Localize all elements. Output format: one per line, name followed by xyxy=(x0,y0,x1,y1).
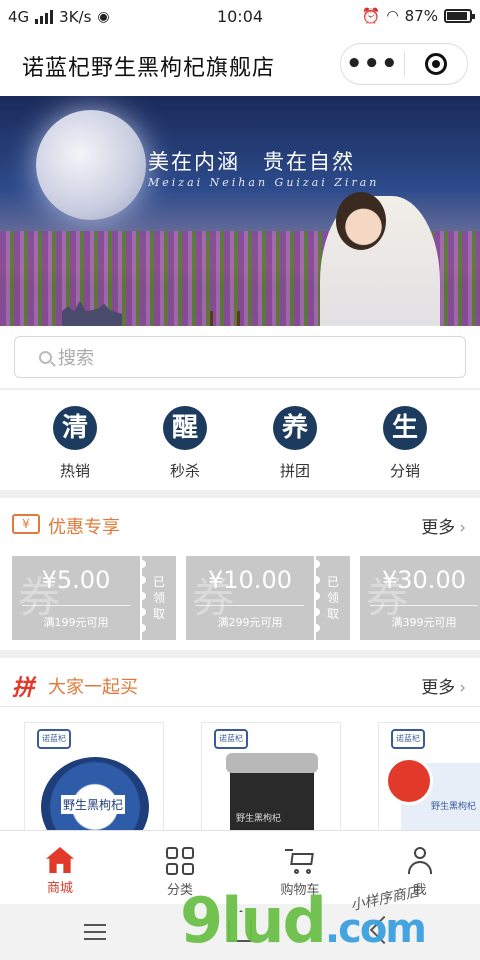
page-title: 诺蓝杞野生黑枸杞旗舰店 xyxy=(22,56,276,81)
brand-logo: 诺蓝杞 xyxy=(391,729,425,749)
grid-icon xyxy=(166,847,194,875)
coupon-main: 券 ¥5.00 满199元可用 xyxy=(12,556,140,640)
more-label: 更多 xyxy=(421,518,456,538)
coupon-main: 券 ¥10.00 满299元可用 xyxy=(186,556,314,640)
target-circle-icon xyxy=(424,53,447,75)
search-input[interactable]: 搜索 xyxy=(14,336,466,378)
quick-nav-flash-sale[interactable]: 醒 秒杀 xyxy=(145,390,225,490)
section-divider xyxy=(0,490,480,498)
user-icon xyxy=(406,847,434,875)
product-card[interactable]: 诺蓝杞 野生黑枸杞 xyxy=(201,722,341,830)
search-section: 搜索 xyxy=(0,326,480,388)
coupon-rule xyxy=(196,605,304,606)
group-section-title: 大家一起买 xyxy=(48,677,138,698)
coupon-section-header: ¥ 优惠专享 更多 › xyxy=(0,500,480,546)
coupon-condition: 满399元可用 xyxy=(391,616,457,629)
banner-slogan-pinyin: Meizai Neihan Guizai Ziran xyxy=(148,176,380,189)
product-label: 野生黑枸杞 xyxy=(61,795,126,814)
coupon-rule xyxy=(22,605,130,606)
coupon-amount: ¥30.00 xyxy=(382,566,466,594)
battery-icon xyxy=(444,9,475,23)
group-section-header: 拼 大家一起买 更多 › xyxy=(0,660,480,706)
qing-icon: 清 xyxy=(53,406,97,450)
quick-nav-group-buy[interactable]: 养 拼团 xyxy=(255,390,335,490)
quick-nav-label: 秒杀 xyxy=(169,462,200,480)
stub-char: 领 xyxy=(152,591,165,605)
battery-percent: 87% xyxy=(404,7,438,25)
watermark-domain: .com xyxy=(324,906,427,952)
coupon-card[interactable]: 券 ¥5.00 满199元可用 已 领 取 xyxy=(12,556,176,640)
stub-char: 领 xyxy=(326,591,339,605)
quick-nav-distribution[interactable]: 生 分销 xyxy=(365,390,445,490)
group-more-link[interactable]: 更多 › xyxy=(421,673,466,698)
coupon-claimed-stub: 已 领 取 xyxy=(142,556,176,640)
sheng-icon: 生 xyxy=(383,406,427,450)
quick-nav-label: 分销 xyxy=(389,462,420,480)
deer-antlers xyxy=(210,311,240,326)
stub-char: 取 xyxy=(326,607,339,621)
tab-mall[interactable]: 商城 xyxy=(0,831,120,904)
group-buy-products: 诺蓝杞 野生黑枸杞 诺蓝杞 野生黑枸杞 诺蓝杞 野生黑枸杞 xyxy=(0,708,480,830)
product-card[interactable]: 诺蓝杞 野生黑枸杞 xyxy=(24,722,164,830)
coupon-main: 券 ¥30.00 满399元可用 xyxy=(360,556,480,640)
coupon-ticket-icon: ¥ xyxy=(12,514,40,534)
coupon-amount: ¥5.00 xyxy=(41,566,111,594)
search-icon xyxy=(39,350,52,364)
status-bar: 4G 3K/s ◉ 10:04 ⏰ ◠ 87% xyxy=(0,0,480,34)
headphone-badge-icon xyxy=(385,757,433,805)
coupon-claimed-stub: 已 领 取 xyxy=(316,556,350,640)
close-button[interactable] xyxy=(405,44,468,84)
yang-icon: 养 xyxy=(273,406,317,450)
coupon-list: 券 ¥5.00 满199元可用 已 领 取 券 ¥10.00 满299元可用 已… xyxy=(0,556,480,642)
brand-logo: 诺蓝杞 xyxy=(214,729,248,749)
stub-char: 取 xyxy=(152,607,165,621)
chevron-right-icon: › xyxy=(459,678,466,698)
more-dots-icon: ••• xyxy=(345,49,399,79)
banner-slogan: 美在内涵 贵在自然 xyxy=(148,150,355,174)
quick-nav-label: 拼团 xyxy=(279,462,310,480)
coupon-condition: 满199元可用 xyxy=(43,616,109,629)
chevron-right-icon: › xyxy=(459,518,466,538)
product-card[interactable]: 诺蓝杞 野生黑枸杞 xyxy=(378,722,480,830)
coupon-card[interactable]: 券 ¥10.00 满299元可用 已 领 取 xyxy=(186,556,350,640)
coupon-condition: 满299元可用 xyxy=(217,616,283,629)
section-divider xyxy=(0,650,480,658)
search-placeholder: 搜索 xyxy=(58,348,94,369)
divider xyxy=(0,706,480,707)
product-image: 野生黑枸杞 xyxy=(226,753,318,830)
watermark-brand: 9lud xyxy=(180,884,327,957)
product-label: 野生黑枸杞 xyxy=(431,802,477,812)
coupon-section-title: 优惠专享 xyxy=(48,517,120,538)
xing-icon: 醒 xyxy=(163,406,207,450)
coupon-card[interactable]: 券 ¥30.00 满399元可用 xyxy=(360,556,480,640)
more-button[interactable]: ••• xyxy=(341,44,404,84)
alarm-icon: ⏰ xyxy=(361,7,381,25)
moon-image xyxy=(36,110,146,220)
more-label: 更多 xyxy=(421,678,456,698)
coupon-more-link[interactable]: 更多 › xyxy=(421,513,466,538)
wifi-icon: ◠ xyxy=(386,8,399,24)
brand-logo: 诺蓝杞 xyxy=(37,729,71,749)
product-label: 野生黑枸杞 xyxy=(236,814,282,824)
quick-nav-label: 热销 xyxy=(59,462,90,480)
woman-head-image xyxy=(336,192,386,250)
stub-char: 已 xyxy=(152,575,165,589)
stub-char: 已 xyxy=(326,575,339,589)
menu-icon[interactable] xyxy=(84,924,106,940)
product-image: 野生黑枸杞 xyxy=(41,757,149,830)
mini-program-header: 诺蓝杞野生黑枸杞旗舰店 ••• xyxy=(0,34,480,96)
group-buy-icon: 拼 xyxy=(12,676,35,701)
quick-nav-hot[interactable]: 清 热销 xyxy=(35,390,115,490)
coupon-rule xyxy=(370,605,478,606)
coupon-amount: ¥10.00 xyxy=(208,566,292,594)
capsule-menu: ••• xyxy=(340,43,468,85)
home-icon xyxy=(46,847,74,873)
tab-label: 商城 xyxy=(46,881,73,896)
hero-banner[interactable]: 美在内涵 贵在自然 Meizai Neihan Guizai Ziran xyxy=(0,96,480,326)
quick-nav: 清 热销 醒 秒杀 养 拼团 生 分销 xyxy=(0,390,480,490)
cart-icon xyxy=(285,847,315,875)
